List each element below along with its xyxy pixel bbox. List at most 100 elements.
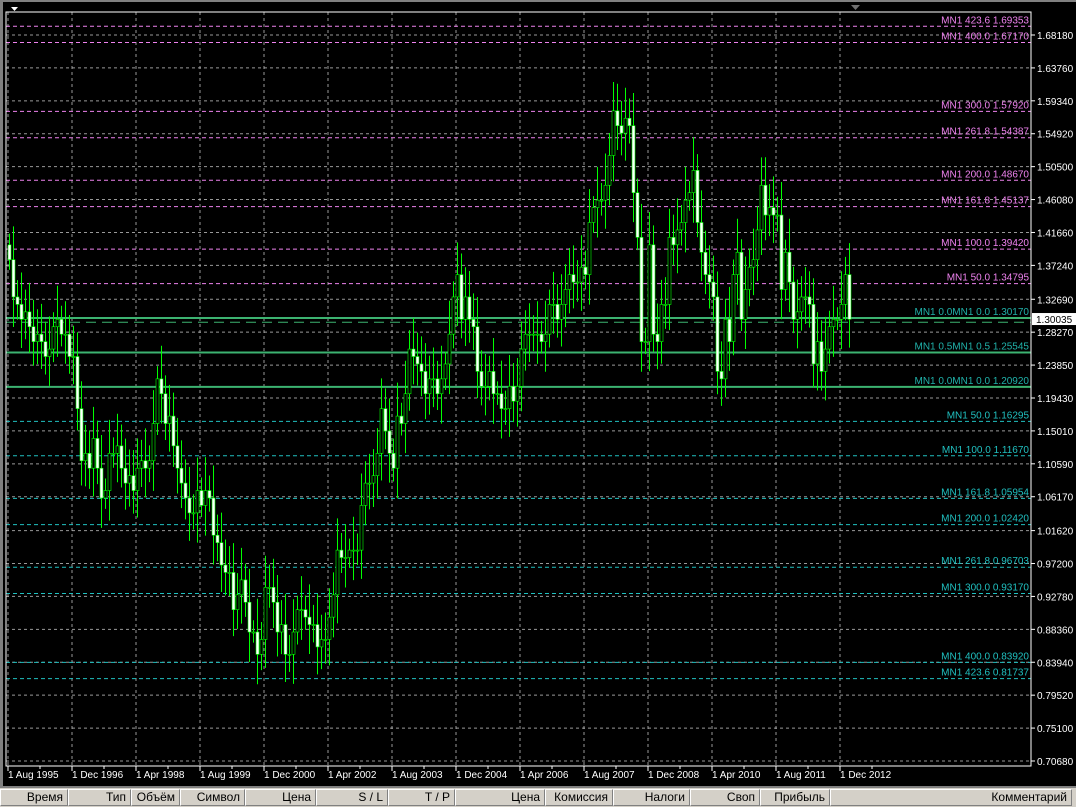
candle-bull (531, 333, 536, 336)
candle-bull (603, 184, 608, 201)
candle-bull (775, 214, 780, 217)
column-header-12[interactable]: Комментарий (830, 789, 1072, 806)
price-axis-label: 1.23850 (1037, 361, 1074, 372)
candle-bear (39, 333, 44, 342)
candle-bear (15, 296, 20, 305)
candle-bull (155, 378, 160, 424)
column-header-3[interactable]: Символ (180, 789, 245, 806)
candle-bull (239, 579, 244, 596)
candle-bear (711, 281, 716, 298)
candle-bull (91, 438, 96, 469)
fibo-level-label: MN1 100.0 1.39420 (941, 238, 1029, 249)
price-axis-label: 1.06170 (1037, 493, 1074, 504)
date-axis-label: 1 Apr 2010 (712, 770, 761, 781)
price-axis-label: 0.97200 (1037, 560, 1074, 571)
candle-bear (307, 616, 312, 625)
date-axis-label: 1 Aug 2003 (392, 770, 443, 781)
fibo-level-label: MN1 400.0 1.67170 (941, 32, 1029, 43)
candle-bear (719, 371, 724, 380)
candle-bull (431, 378, 436, 381)
price-chart[interactable]: MN1 423.6 1.69353 MN1 400.0 1.67170 MN1 30… (0, 0, 1076, 786)
candle-bull (815, 341, 820, 365)
column-header-0[interactable]: Время (0, 789, 68, 806)
candle-bear (339, 549, 344, 558)
candle-bear (615, 110, 620, 126)
candle-bear (631, 125, 636, 194)
candle-bull (575, 281, 580, 284)
column-header-2[interactable]: Объём (131, 789, 180, 806)
fibo-level-label: MN1 423.6 1.69353 (941, 15, 1029, 26)
candle-bull (683, 199, 688, 223)
current-price-label: 1.30035 (1036, 315, 1073, 326)
candle-bull (803, 296, 808, 299)
price-axis-label: 1.01620 (1037, 527, 1074, 538)
candle-bear (163, 393, 168, 424)
price-axis-label: 1.59340 (1037, 97, 1074, 108)
candle-bull (827, 326, 832, 350)
candle-bull (323, 639, 328, 641)
candle-bear (27, 311, 32, 328)
candle-bull (319, 639, 324, 648)
price-axis-label: 1.19430 (1037, 394, 1074, 405)
candle-bear (479, 371, 484, 387)
candle-bear (387, 430, 392, 454)
candle-bear (771, 207, 776, 216)
candle-bear (491, 371, 496, 395)
column-header-9[interactable]: Налоги (613, 789, 690, 806)
candle-bull (559, 304, 564, 320)
candle-bull (543, 333, 548, 342)
candle-bull (427, 378, 432, 395)
fibo-level-label: MN1 261.8 0.96703 (941, 556, 1029, 567)
candle-bull (111, 453, 116, 455)
candle-bull (291, 631, 296, 655)
candle-bear (539, 333, 544, 342)
candle-bull (599, 199, 604, 202)
candle-bull (355, 549, 360, 552)
column-header-7[interactable]: Цена (455, 789, 545, 806)
column-header-11[interactable]: Прибыль (760, 789, 830, 806)
column-header-10[interactable]: Своп (690, 789, 760, 806)
date-axis-label: 1 Dec 2000 (264, 770, 316, 781)
candle-bull (83, 453, 88, 462)
price-axis-label: 0.75100 (1037, 724, 1074, 735)
candle-bear (211, 497, 216, 536)
column-header-4[interactable]: Цена (245, 789, 316, 806)
date-axis-label: 1 Aug 2011 (776, 770, 826, 781)
candle-bear (459, 274, 464, 320)
candle-bull (823, 348, 828, 372)
price-axis-label: 1.68180 (1037, 31, 1074, 42)
fibo-level-label: MN1 200.0 1.02420 (941, 514, 1029, 525)
column-header-5[interactable]: S / L (316, 789, 388, 806)
column-header-8[interactable]: Комиссия (545, 789, 613, 806)
candle-bear (787, 251, 792, 283)
candle-bull (347, 549, 352, 558)
candle-bull (439, 378, 444, 395)
candle-bear (79, 408, 84, 462)
candle-bear (511, 386, 516, 402)
candle-bull (55, 318, 60, 328)
fibo-level-label: MN1 0.5MN1 0.5 1.25545 (914, 341, 1029, 352)
date-axis-label: 1 Apr 1998 (136, 770, 185, 781)
candle-bull (107, 453, 112, 491)
price-axis-label: 0.92780 (1037, 592, 1074, 603)
candle-bull (287, 654, 292, 656)
candle-bull (451, 296, 456, 335)
candle-bull (507, 386, 512, 409)
fibo-level-label: MN1 261.8 1.54387 (941, 127, 1029, 138)
candle-bull (135, 467, 140, 491)
candle-bear (11, 259, 16, 298)
candle-bear (627, 117, 632, 126)
price-axis-label: 1.10590 (1037, 460, 1074, 471)
candle-bear (415, 356, 420, 365)
candle-bull (839, 304, 844, 320)
fibo-level-label: MN1 161.8 1.45137 (941, 196, 1029, 207)
candle-bull (679, 222, 684, 231)
candle-bull (195, 490, 200, 514)
candle-bear (99, 467, 104, 499)
candle-bull (551, 304, 556, 306)
column-header-6[interactable]: T / P (388, 789, 455, 806)
column-header-1[interactable]: Тип (68, 789, 131, 806)
price-axis-label: 1.63760 (1037, 64, 1074, 75)
candle-bear (399, 415, 404, 424)
candle-bull (647, 244, 652, 342)
